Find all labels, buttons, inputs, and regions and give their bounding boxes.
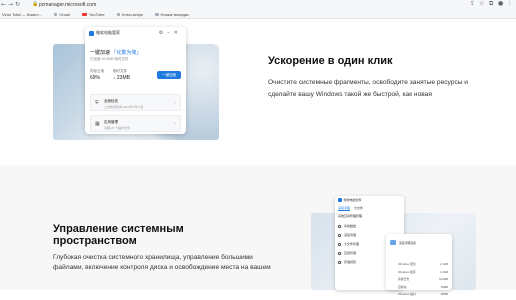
list-item[interactable]: Windows 缓存 1.3GB — [398, 270, 448, 274]
broom-icon — [338, 233, 341, 237]
bookmark-gmail[interactable]: Gmail — [53, 12, 76, 17]
list-item[interactable]: Windows 临时 48MB — [398, 292, 448, 296]
panel-header: 深度清理完成 — [390, 240, 416, 245]
card-subtitle: 清理 24 个临时文件 — [104, 125, 131, 130]
window-header: 微软电脑管家 — [335, 196, 404, 204]
profile-icon[interactable]: ● — [498, 0, 503, 7]
chevron-right-icon: › — [174, 121, 176, 127]
reload-icon[interactable]: ↻ — [14, 1, 21, 8]
menu-icon[interactable]: ⋮ — [507, 0, 513, 7]
bookmark-youtube[interactable]: YouTube — [81, 12, 111, 17]
section-title-storage: Управление системным пространством — [53, 223, 184, 247]
app-logo-icon — [89, 30, 94, 36]
window-controls[interactable]: ⚙–✕ — [159, 30, 182, 36]
back-icon[interactable]: ← — [0, 1, 7, 8]
disk-icon — [338, 224, 341, 228]
memory-stat: 内存占用 69% — [90, 69, 104, 81]
browser-chrome: ← → ↻ 🔒 pcmanager.microsoft.com ⇪ ☆ ⧉ ● … — [0, 0, 516, 19]
storage-heading: 系统空间管理管理 — [338, 214, 363, 218]
bookmark-star-icon[interactable]: ☆ — [479, 0, 484, 7]
chevron-right-icon: › — [174, 100, 176, 106]
temp-files-stat: 临时文件 ↓ 23MB — [113, 69, 130, 81]
sidebar-item[interactable]: 存储感知 — [338, 260, 359, 264]
list-item[interactable]: Windows 更新 2.1GB — [398, 262, 448, 266]
clean-result-panel: 深度清理完成 Windows 更新 2.1GB Windows 缓存 1.3GB 系… — [386, 234, 452, 296]
extensions-icon[interactable]: ⧉ — [489, 0, 493, 8]
tab-large-files[interactable]: 大文件 — [354, 206, 363, 211]
bookmarks-bar: Virus Total — Компл... Gmail YouTube Клю… — [0, 10, 516, 18]
headline: 一键加速 「化繁为简」 — [90, 50, 142, 56]
storage-tabs: 深度清理 大文件 — [338, 206, 363, 211]
sidebar-item[interactable]: 应用管理 — [338, 251, 359, 255]
sidebar-item[interactable]: 深度清理 — [338, 233, 359, 237]
app-management-card[interactable]: ▦ 应用管理 清理 24 个临时文件 › — [90, 115, 181, 132]
full-check-card[interactable]: ⛨ 全面检查 上次检查时间 2022年7月14日 › — [90, 94, 181, 111]
gmail-icon — [53, 12, 58, 17]
window-header: 微软电脑管家 ⚙–✕ — [85, 27, 186, 39]
bookmark-favicon — [155, 12, 159, 17]
card-title: 应用管理 — [104, 120, 118, 124]
bookmark-virustotal[interactable]: Virus Total — Компл... — [2, 12, 48, 17]
subline: 已加速 20.9MB 临时文件 — [90, 57, 129, 61]
section-body-speedup: Очистите системные фрагменты, освободите… — [268, 79, 468, 98]
address-bar-row: ← → ↻ 🔒 pcmanager.microsoft.com ⇪ ☆ ⧉ ● … — [0, 0, 516, 9]
youtube-icon — [81, 12, 87, 17]
pc-manager-window: 微软电脑管家 ⚙–✕ 一键加速 「化繁为简」 已加速 20.9MB 临时文件 内… — [85, 27, 186, 134]
app-logo-icon — [338, 198, 342, 202]
shield-icon: ⛨ — [95, 100, 99, 106]
section-title-speedup: Ускорение в один клик — [268, 55, 393, 67]
list-item[interactable]: 回收站 94MB — [398, 285, 448, 289]
apps-icon: ▦ — [95, 121, 100, 127]
sidebar-item[interactable]: 大文件管理 — [338, 242, 359, 246]
sidebar-item[interactable]: 系统磁盘 — [338, 224, 359, 228]
storage-sidebar: 系统磁盘 深度清理 大文件管理 应用管理 存储感知 — [338, 224, 359, 269]
bookmark-key-info[interactable]: Ключ-инфо — [116, 12, 149, 17]
list-item[interactable]: 系统日志 612MB — [398, 277, 448, 281]
forward-icon[interactable]: → — [7, 1, 14, 8]
share-icon[interactable]: ⇪ — [470, 0, 475, 7]
window-title: 微软电脑管家 — [96, 30, 120, 35]
apps-icon — [338, 251, 341, 255]
card-subtitle: 上次检查时间 2022年7月14日 — [104, 104, 144, 109]
lock-icon[interactable]: 🔒 — [32, 1, 38, 7]
bookmark-favicon — [116, 12, 121, 17]
bookmark-new-tabs[interactable]: Новые вкладки — [155, 12, 195, 17]
folder-icon — [390, 240, 396, 245]
card-title: 全面检查 — [104, 99, 118, 103]
boost-button[interactable]: 一键加速 — [157, 71, 181, 79]
folder-icon — [338, 242, 341, 246]
section-body-storage: Глубокая очистка системного хранилища, у… — [53, 254, 271, 271]
sensor-icon — [338, 260, 341, 264]
clean-rows: Windows 更新 2.1GB Windows 缓存 1.3GB 系统日志 612M… — [398, 262, 448, 300]
url-field[interactable]: pcmanager.microsoft.com — [39, 2, 96, 8]
tab-deep-clean[interactable]: 深度清理 — [338, 206, 351, 211]
